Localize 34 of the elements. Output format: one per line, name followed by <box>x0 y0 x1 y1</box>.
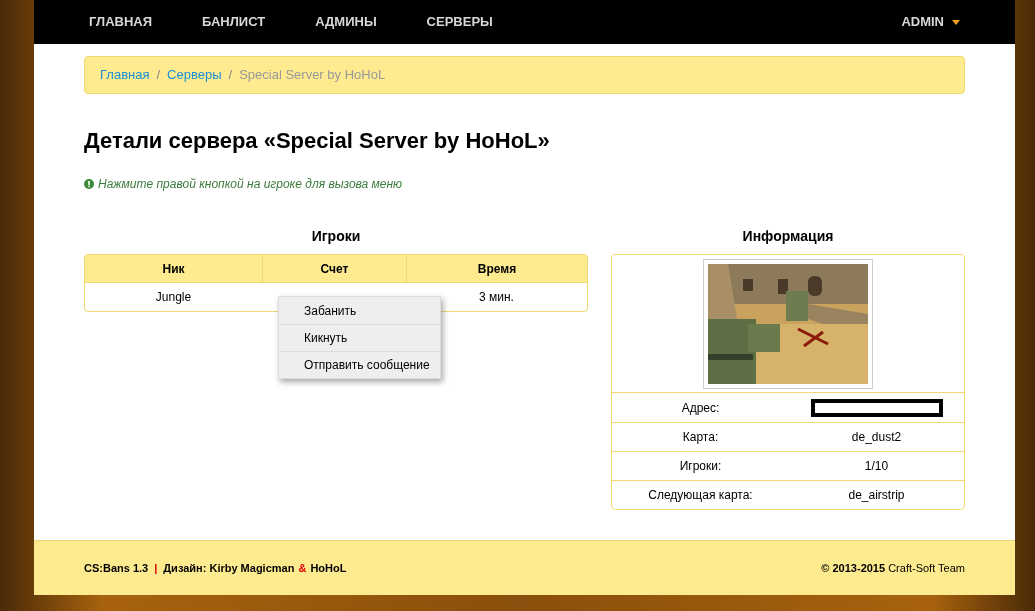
author-name: HoHoL <box>310 560 347 576</box>
nav-link[interactable]: БАНЛИСТ <box>202 12 266 32</box>
info-value: de_airstrip <box>848 487 905 504</box>
ampersand: & <box>298 560 307 576</box>
info-label: Следующая карта: <box>647 487 754 504</box>
separator: | <box>154 560 158 576</box>
menu-item[interactable]: Забанить <box>279 297 440 324</box>
nav-link[interactable]: СЕРВЕРЫ <box>426 12 493 32</box>
hint-text: Нажмите правой кнопкой на игроке для вызова меню <box>98 176 403 193</box>
column-header: Счет <box>262 255 406 283</box>
section-heading: Игроки <box>310 227 362 246</box>
design-credit: Дизайн: Kirby Magicman <box>163 560 295 576</box>
breadcrumb-separator: / <box>156 66 161 85</box>
table-cell-text: 3 мин. <box>478 289 515 306</box>
menu-item[interactable]: Кикнуть <box>279 324 440 351</box>
info-label: Адрес: <box>680 399 721 417</box>
info-icon <box>84 179 94 189</box>
breadcrumb-separator: / <box>228 66 233 85</box>
user-menu[interactable]: ADMIN <box>901 12 960 32</box>
menu-item[interactable]: Отправить сообщение <box>279 351 440 378</box>
info-value: de_dust2 <box>851 429 902 446</box>
info-label: Карта: <box>681 429 720 446</box>
version-text: CS:Bans 1.3 <box>84 560 149 576</box>
column-header: Ник <box>85 255 262 283</box>
nav-link[interactable]: АДМИНЫ <box>315 12 377 32</box>
breadcrumb-current: Special Server by HoHoL <box>239 66 386 85</box>
info-label: Игроки: <box>678 458 723 475</box>
copyright-text: © 2013-2015 Craft-Soft Team <box>821 560 965 576</box>
section-heading: Информация <box>741 227 835 246</box>
page-title: Детали сервера «Special Server by HoHoL» <box>84 127 551 155</box>
table-cell-text: Jungle <box>154 289 193 306</box>
column-header: Время <box>406 255 587 283</box>
nav-link[interactable]: ГЛАВНАЯ <box>89 12 153 32</box>
info-value: 1/10 <box>864 458 889 475</box>
